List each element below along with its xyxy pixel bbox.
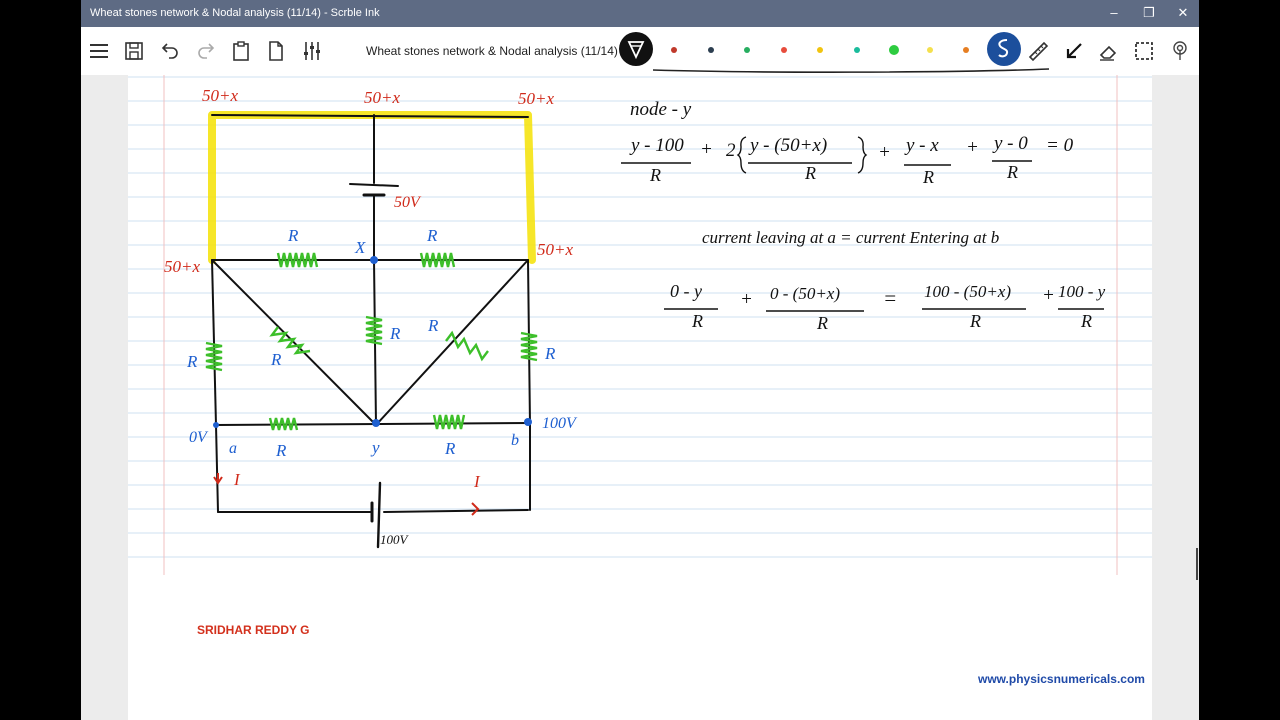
eq1-term2-num: y - (50+x) bbox=[748, 135, 827, 156]
undo-icon[interactable] bbox=[158, 39, 182, 63]
eq1-term2-den: R bbox=[804, 163, 816, 183]
label-r1: R bbox=[287, 226, 299, 245]
yellow-highlight bbox=[208, 111, 536, 264]
app-window: Wheat stones network & Nodal analysis (1… bbox=[81, 0, 1199, 720]
title-bar: Wheat stones network & Nodal analysis (1… bbox=[81, 0, 1199, 27]
selection-icon[interactable] bbox=[1132, 39, 1156, 63]
pen-color-swatch[interactable] bbox=[781, 47, 787, 53]
eq1-plus2: + bbox=[878, 142, 891, 163]
label-mid-right: 50+x bbox=[537, 240, 573, 259]
eq2-plus2: + bbox=[1042, 285, 1055, 306]
settings-sliders-icon[interactable] bbox=[300, 39, 324, 63]
label-top-mid: 50+x bbox=[364, 88, 400, 107]
label-r3: R bbox=[186, 352, 198, 371]
current-arrows bbox=[213, 473, 480, 516]
label-100v-battery: 100V bbox=[380, 532, 410, 547]
pen-color-swatch[interactable] bbox=[708, 47, 714, 53]
pen-color-swatch[interactable] bbox=[817, 47, 823, 53]
battery-100v bbox=[370, 481, 382, 549]
eq2-term1-num: 0 - y bbox=[670, 281, 702, 301]
touch-icon[interactable] bbox=[1168, 39, 1192, 63]
label-a: a bbox=[229, 440, 237, 457]
pen-color-swatch[interactable] bbox=[963, 47, 969, 53]
document-title: Wheat stones network & Nodal analysis (1… bbox=[366, 44, 618, 58]
label-top-left: 50+x bbox=[202, 86, 238, 105]
scrollbar-thumb[interactable] bbox=[1196, 548, 1198, 580]
label-r2: R bbox=[426, 226, 438, 245]
eq2-term4-den: R bbox=[1080, 311, 1092, 331]
toolbar-underline bbox=[652, 68, 1050, 73]
label-r9: R bbox=[444, 439, 456, 458]
restore-icon[interactable]: ❐ bbox=[1134, 3, 1164, 23]
pen-color-swatch[interactable] bbox=[889, 45, 899, 55]
label-node-x: X bbox=[354, 238, 366, 257]
eq1-rhs: = 0 bbox=[1046, 135, 1074, 156]
window-title: Wheat stones network & Nodal analysis (1… bbox=[90, 7, 380, 19]
pen-nib-icon bbox=[627, 41, 645, 60]
eraser-icon[interactable] bbox=[1097, 39, 1121, 63]
minimize-icon[interactable]: – bbox=[1099, 3, 1129, 23]
resistors bbox=[205, 252, 538, 431]
pen-tool-button[interactable] bbox=[619, 32, 653, 66]
circuit-diagram: 50+x 50+x 50+x 50+x 50+x 50V X R R R R R… bbox=[164, 86, 1106, 549]
eq2-term2-num: 0 - (50+x) bbox=[770, 284, 840, 303]
pen-color-swatch[interactable] bbox=[671, 47, 677, 53]
pointer-arrow-icon[interactable] bbox=[1062, 39, 1086, 63]
battery-50v bbox=[349, 183, 399, 197]
eq1-plus1: + bbox=[700, 139, 713, 160]
eq1-term3-num: y - x bbox=[904, 135, 939, 156]
ruler-icon[interactable] bbox=[1026, 39, 1050, 63]
circuit-labels: 50+x 50+x 50+x 50+x 50+x 50V X R R R R R… bbox=[164, 86, 578, 547]
label-current-right: I bbox=[473, 472, 481, 491]
eq1-term1-den: R bbox=[649, 165, 661, 185]
eq2-term4-num: 100 - y bbox=[1058, 282, 1106, 301]
website-link[interactable]: www.physicsnumericals.com bbox=[978, 672, 1145, 686]
current-sentence: current leaving at a = current Entering … bbox=[702, 228, 999, 247]
label-y: y bbox=[370, 438, 380, 457]
label-top-right: 50+x bbox=[518, 89, 554, 108]
eq2-term2-den: R bbox=[816, 313, 828, 333]
label-b: b bbox=[511, 432, 519, 449]
eq2-term3-num: 100 - (50+x) bbox=[924, 282, 1011, 301]
node-y-title: node - y bbox=[630, 99, 692, 120]
eq1-term1-num: y - 100 bbox=[629, 135, 684, 156]
pen-color-swatch[interactable] bbox=[927, 47, 933, 53]
lasso-tool-button[interactable] bbox=[987, 32, 1021, 66]
circuit-wires bbox=[211, 114, 531, 513]
eq2-equals: = bbox=[883, 286, 897, 310]
label-r8: R bbox=[275, 441, 287, 460]
equations: node - y y - 100 R + 2 y - (50+x) R + y … bbox=[621, 99, 1106, 333]
label-0v: 0V bbox=[189, 429, 209, 446]
eq2-term1-den: R bbox=[691, 311, 703, 331]
eq2-plus1: + bbox=[740, 289, 753, 310]
redo-icon[interactable] bbox=[194, 39, 218, 63]
label-r6: R bbox=[427, 316, 439, 335]
eq1-term4-num: y - 0 bbox=[992, 133, 1028, 154]
eq2-term3-den: R bbox=[969, 311, 981, 331]
eq1-coef: 2 bbox=[726, 140, 736, 161]
label-r4: R bbox=[270, 350, 282, 369]
lasso-icon bbox=[998, 39, 1009, 58]
close-icon[interactable]: ✕ bbox=[1168, 3, 1198, 23]
eq1-term4-den: R bbox=[1006, 162, 1018, 182]
menu-icon[interactable] bbox=[87, 39, 111, 63]
eq1-plus3: + bbox=[966, 137, 979, 158]
notebook-page: 50+x 50+x 50+x 50+x 50+x 50V X R R R R R… bbox=[128, 75, 1152, 720]
paste-icon[interactable] bbox=[229, 39, 253, 63]
author-name: SRIDHAR REDDY G bbox=[197, 623, 310, 637]
label-current-left: I bbox=[233, 470, 241, 489]
save-icon[interactable] bbox=[122, 39, 146, 63]
label-mid-left: 50+x bbox=[164, 257, 200, 276]
eq1-term3-den: R bbox=[922, 167, 934, 187]
pen-color-swatch[interactable] bbox=[854, 47, 860, 53]
toolbar: Wheat stones network & Nodal analysis (1… bbox=[81, 27, 1199, 75]
new-page-icon[interactable] bbox=[264, 39, 288, 63]
label-100v-b: 100V bbox=[542, 415, 578, 432]
label-r5: R bbox=[389, 324, 401, 343]
label-50v: 50V bbox=[394, 194, 422, 211]
pen-color-swatch[interactable] bbox=[744, 47, 750, 53]
label-r7: R bbox=[544, 344, 556, 363]
